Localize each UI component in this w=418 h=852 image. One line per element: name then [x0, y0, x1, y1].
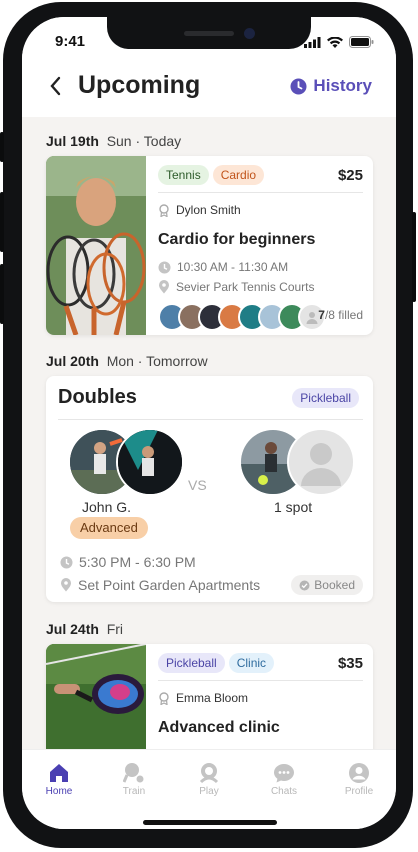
history-button[interactable]: History [290, 76, 372, 96]
clock-icon [158, 261, 171, 273]
session-time: 10:30 AM - 11:30 AM [177, 260, 289, 274]
level-badge: Advanced [70, 517, 148, 539]
person-icon [306, 312, 318, 324]
day-label: Mon · Tomorrow [106, 353, 208, 369]
clock-icon [290, 78, 307, 94]
tab-bar: Home Train Play Chats Profile [22, 749, 396, 829]
schedule-list: Jul 19th Sun · Today Tennis Cardio $25 D… [22, 117, 396, 749]
day-label: Fri [106, 621, 124, 637]
home-indicator [143, 820, 277, 825]
price: $25 [337, 167, 363, 184]
time-row: 5:30 PM - 6:30 PM [60, 554, 196, 570]
play-icon [199, 763, 219, 784]
notch [107, 17, 311, 49]
status-icons [304, 36, 374, 48]
page-title: Upcoming [78, 71, 201, 99]
train-icon [123, 763, 144, 783]
location-pin-icon [61, 578, 71, 592]
date-label: Jul 20th [46, 353, 99, 369]
session-title: Doubles [58, 386, 137, 408]
person-icon [301, 443, 341, 486]
profile-icon [349, 763, 369, 783]
filled-count: 7/8 filled [318, 308, 363, 322]
tag-clinic: Clinic [228, 653, 275, 673]
chat-icon [274, 764, 294, 783]
divider [158, 192, 363, 193]
location-row: Sevier Park Tennis Courts [158, 280, 315, 294]
session-photo [46, 644, 146, 749]
filled-total: /8 filled [324, 308, 363, 322]
open-spot-avatar[interactable] [287, 428, 355, 496]
tab-train[interactable]: Train [104, 760, 164, 797]
home-icon [50, 764, 68, 782]
day-label: Sun · Today [106, 133, 182, 149]
wifi-icon [327, 36, 343, 48]
tag-pickleball: Pickleball [158, 653, 225, 673]
time-row: 10:30 AM - 11:30 AM [158, 260, 288, 274]
coach-row: Emma Bloom [158, 691, 248, 705]
coach-photo [46, 156, 146, 335]
vs-label: VS [188, 477, 207, 493]
battery-icon [349, 36, 374, 48]
team-a-name: John G. [82, 499, 132, 515]
chevron-left-icon [50, 76, 61, 96]
participant-avatars [158, 303, 326, 331]
session-card-doubles[interactable]: Doubles Pickleball John G. Advanced VS 1… [46, 376, 373, 602]
date-header: Jul 20th Mon · Tomorrow [46, 353, 208, 369]
tag-list: Tennis Cardio [158, 165, 268, 185]
session-card-cardio[interactable]: Tennis Cardio $25 Dylon Smith Cardio for … [46, 156, 373, 335]
back-button[interactable] [48, 75, 62, 104]
coach-row: Dylon Smith [158, 203, 241, 217]
tab-chats[interactable]: Chats [254, 760, 314, 797]
coach-name: Emma Bloom [176, 691, 249, 705]
status-time: 9:41 [55, 33, 86, 50]
history-label: History [313, 76, 372, 95]
tab-label: Train [122, 786, 146, 797]
filled-number: 7 [318, 308, 325, 322]
tag-tennis: Tennis [158, 165, 209, 185]
tab-label: Profile [344, 786, 374, 797]
session-title: Cardio for beginners [158, 231, 316, 248]
session-time: 5:30 PM - 6:30 PM [79, 554, 196, 570]
tag-list: Pickleball Clinic [158, 653, 278, 673]
tag-pickleball: Pickleball [292, 388, 359, 408]
session-title: Advanced clinic [158, 719, 280, 736]
date-header: Jul 19th Sun · Today [46, 133, 181, 149]
coach-badge-icon [159, 203, 169, 217]
coach-badge-icon [159, 691, 169, 705]
player-avatar [116, 428, 184, 496]
divider [158, 680, 363, 681]
location-row: Set Point Garden Apartments [60, 577, 260, 593]
session-location: Sevier Park Tennis Courts [176, 280, 315, 294]
tab-play[interactable]: Play [179, 760, 239, 797]
tag-cardio: Cardio [212, 165, 265, 185]
divider [58, 419, 363, 420]
location-pin-icon [159, 280, 169, 294]
session-card-clinic[interactable]: Pickleball Clinic $35 Emma Bloom Advanced… [46, 644, 373, 749]
coach-name: Dylon Smith [176, 203, 241, 217]
clock-icon [60, 556, 73, 568]
status-label: Booked [314, 578, 355, 592]
open-spot-label: 1 spot [274, 499, 313, 515]
status-badge: Booked [291, 575, 363, 595]
header: Upcoming History [22, 65, 396, 117]
date-label: Jul 19th [46, 133, 99, 149]
price: $35 [337, 655, 363, 672]
check-circle-icon [299, 580, 310, 590]
session-location: Set Point Garden Apartments [78, 577, 261, 593]
tab-label: Home [45, 786, 73, 797]
date-label: Jul 24th [46, 621, 99, 637]
screen: 9:41 Upcoming History Jul 19th Sun · Tod… [22, 17, 396, 829]
tab-profile[interactable]: Profile [329, 760, 389, 797]
tab-label: Play [199, 786, 219, 797]
tab-home[interactable]: Home [29, 760, 89, 797]
tab-label: Chats [270, 786, 298, 797]
date-header: Jul 24th Fri [46, 621, 123, 637]
